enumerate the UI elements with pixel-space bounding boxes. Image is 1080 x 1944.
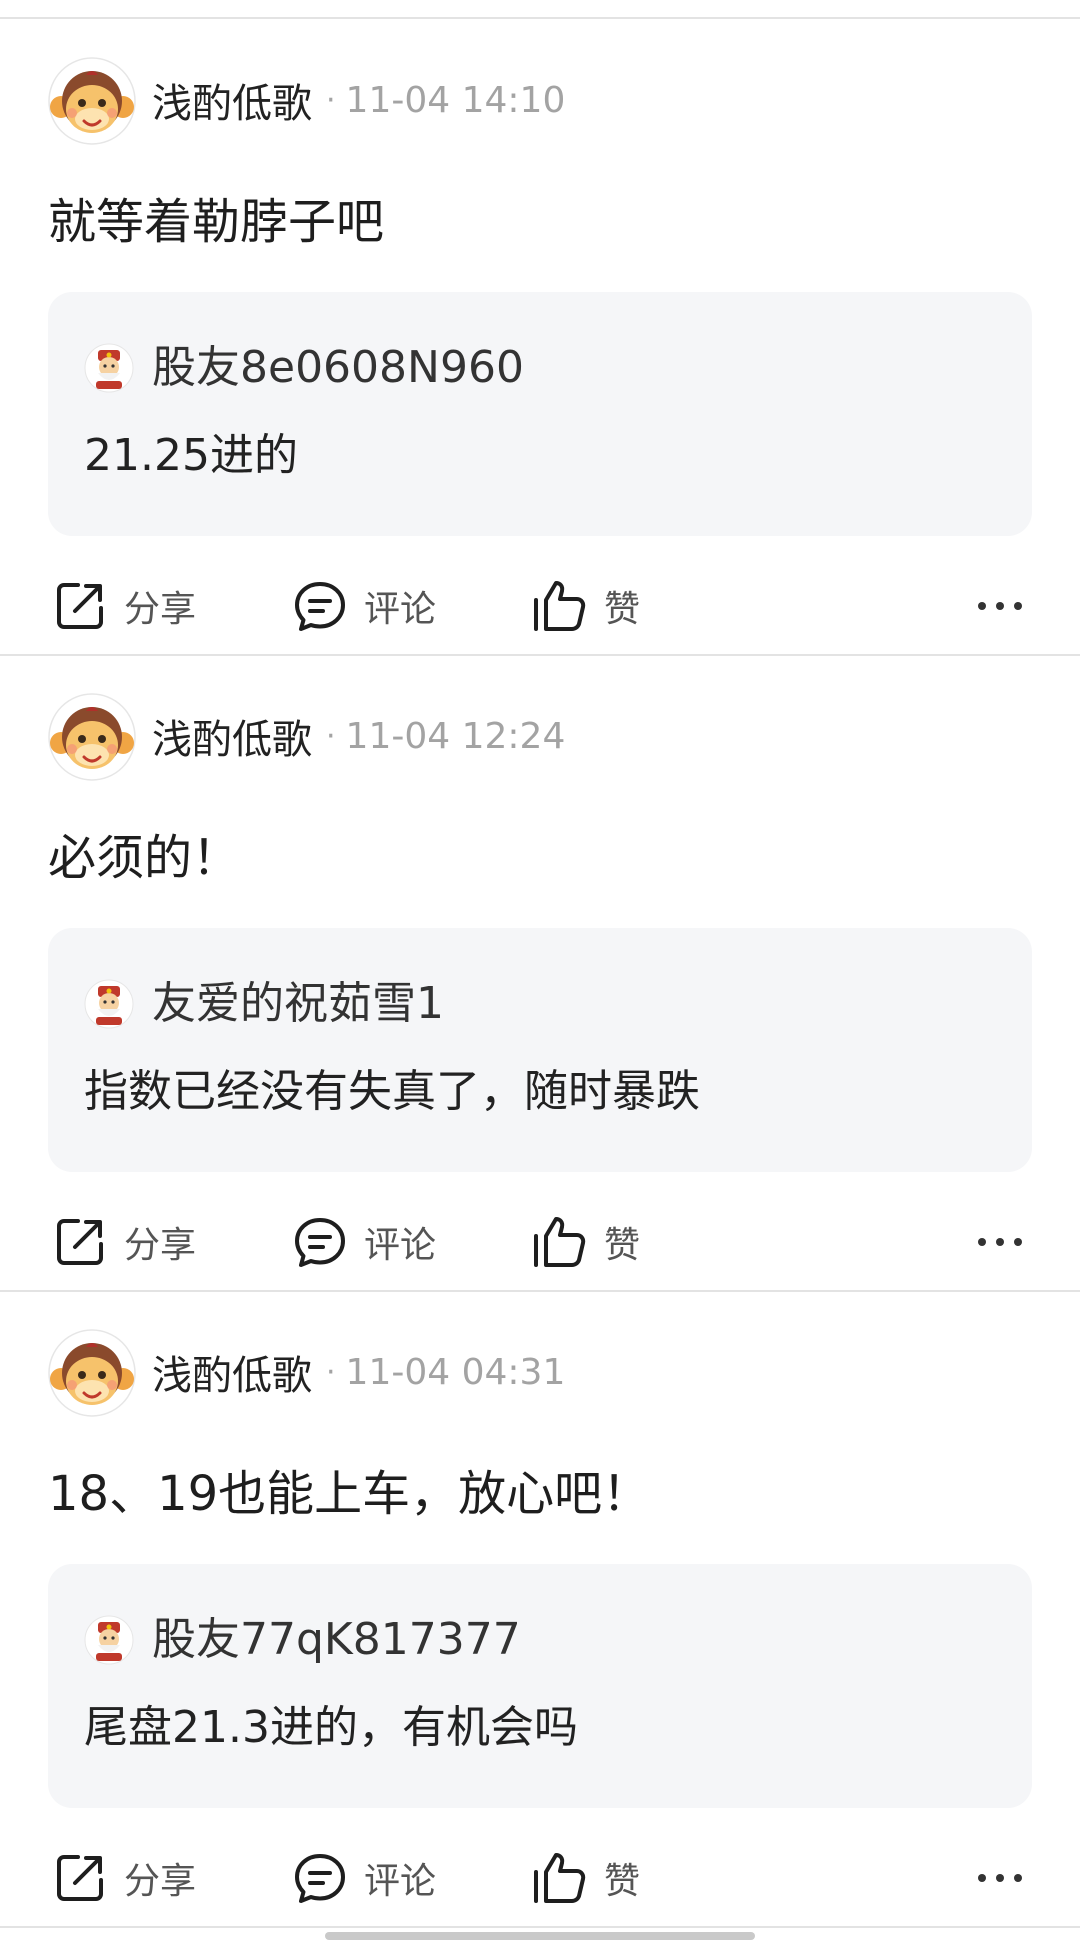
post-meta: 浅酌低歌 · 11-04 14:10 <box>152 70 565 130</box>
post-meta: 浅酌低歌 · 11-04 12:24 <box>152 706 565 766</box>
fortune-god-avatar-icon <box>84 343 134 393</box>
share-label: 分享 <box>124 1861 197 1902</box>
quote-author-name[interactable]: 友爱的祝茹雪1 <box>152 974 444 1034</box>
share-icon <box>57 1219 103 1265</box>
post-meta: 浅酌低歌 · 11-04 04:31 <box>152 1342 565 1402</box>
comment-label: 评论 <box>364 1225 437 1266</box>
quoted-post[interactable]: 股友8e0608N960 21.25进的 <box>48 292 1032 536</box>
monkey-avatar-icon <box>48 57 136 145</box>
like-label: 赞 <box>604 589 641 630</box>
more-icon <box>978 602 1022 610</box>
monkey-avatar-icon <box>48 693 136 781</box>
post-card: 浅酌低歌 · 11-04 14:10 就等着勒脖子吧 股友8e0608N960 … <box>0 20 1080 656</box>
quote-author-avatar[interactable] <box>84 979 134 1029</box>
post-card: 浅酌低歌 · 11-04 12:24 必须的！ 友爱的祝茹雪1 指数已经没有失真… <box>0 656 1080 1292</box>
share-button[interactable]: 分享 <box>52 1212 196 1272</box>
top-divider <box>0 17 1080 19</box>
meta-separator: · <box>326 82 336 118</box>
comment-button[interactable]: 评论 <box>292 576 436 636</box>
share-button[interactable]: 分享 <box>52 1848 196 1908</box>
home-indicator[interactable] <box>325 1932 755 1940</box>
share-icon <box>57 583 103 629</box>
more-icon <box>978 1874 1022 1882</box>
author-name[interactable]: 浅酌低歌 <box>152 1343 312 1401</box>
comment-button[interactable]: 评论 <box>292 1212 436 1272</box>
comment-label: 评论 <box>364 589 437 630</box>
more-button[interactable] <box>976 1862 1024 1894</box>
comment-icon <box>295 1854 345 1903</box>
post-time: 11-04 12:24 <box>345 715 566 757</box>
comment-icon <box>295 1218 345 1267</box>
post-content[interactable]: 18、19也能上车，放心吧！ <box>48 1462 650 1526</box>
author-avatar[interactable] <box>48 693 136 781</box>
share-button[interactable]: 分享 <box>52 576 196 636</box>
quote-text: 21.25进的 <box>84 430 298 481</box>
like-label: 赞 <box>604 1861 641 1902</box>
monkey-avatar-icon <box>48 1329 136 1417</box>
quote-text: 尾盘21.3进的，有机会吗 <box>84 1702 578 1753</box>
quote-author-avatar[interactable] <box>84 343 134 393</box>
thumbs-up-icon <box>534 1853 586 1903</box>
quoted-post[interactable]: 友爱的祝茹雪1 指数已经没有失真了，随时暴跌 <box>48 928 1032 1172</box>
author-name[interactable]: 浅酌低歌 <box>152 71 312 129</box>
like-button[interactable]: 赞 <box>532 1848 640 1908</box>
thumbs-up-icon <box>534 1217 586 1267</box>
like-button[interactable]: 赞 <box>532 576 640 636</box>
quote-author-name[interactable]: 股友77qK817377 <box>152 1610 521 1670</box>
quote-author-avatar[interactable] <box>84 1615 134 1665</box>
quote-text: 指数已经没有失真了，随时暴跌 <box>84 1066 700 1117</box>
post-card: 浅酌低歌 · 11-04 04:31 18、19也能上车，放心吧！ 股友77qK… <box>0 1292 1080 1928</box>
quoted-post[interactable]: 股友77qK817377 尾盘21.3进的，有机会吗 <box>48 1564 1032 1808</box>
post-content[interactable]: 就等着勒脖子吧 <box>48 190 384 254</box>
like-label: 赞 <box>604 1225 641 1266</box>
post-divider <box>0 1926 1080 1928</box>
author-avatar[interactable] <box>48 57 136 145</box>
fortune-god-avatar-icon <box>84 1615 134 1665</box>
author-avatar[interactable] <box>48 1329 136 1417</box>
meta-separator: · <box>326 718 336 754</box>
more-icon <box>978 1238 1022 1246</box>
post-time: 11-04 14:10 <box>345 79 566 121</box>
quote-author-name[interactable]: 股友8e0608N960 <box>152 338 524 398</box>
post-time: 11-04 04:31 <box>345 1351 566 1393</box>
author-name[interactable]: 浅酌低歌 <box>152 707 312 765</box>
more-button[interactable] <box>976 590 1024 622</box>
fortune-god-avatar-icon <box>84 979 134 1029</box>
comment-icon <box>295 582 345 631</box>
share-label: 分享 <box>124 589 197 630</box>
share-label: 分享 <box>124 1225 197 1266</box>
thumbs-up-icon <box>534 581 586 631</box>
like-button[interactable]: 赞 <box>532 1212 640 1272</box>
comment-button[interactable]: 评论 <box>292 1848 436 1908</box>
post-content[interactable]: 必须的！ <box>48 826 240 890</box>
more-button[interactable] <box>976 1226 1024 1258</box>
share-icon <box>57 1855 103 1901</box>
comment-label: 评论 <box>364 1861 437 1902</box>
meta-separator: · <box>326 1354 336 1390</box>
